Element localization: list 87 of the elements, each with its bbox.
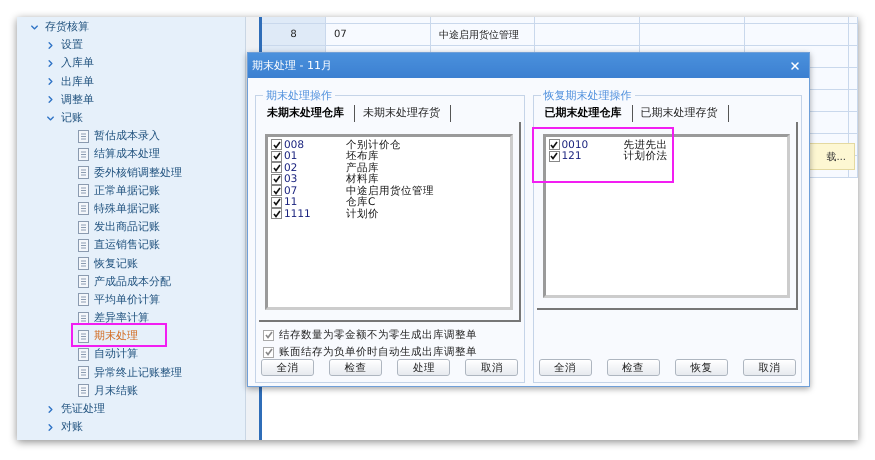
- tab[interactable]: 已期末处理仓库: [536, 105, 632, 122]
- group-title: 期末处理操作: [265, 88, 333, 103]
- option-label: 结存数量为零金额不为零生成出库调整单: [279, 328, 477, 342]
- tree-item[interactable]: 月末结账: [94, 384, 138, 398]
- document-icon: [78, 184, 89, 198]
- checkbox[interactable]: [263, 346, 274, 358]
- item-code: 1111: [284, 208, 312, 220]
- tree-item[interactable]: 委外核销调整处理: [94, 166, 182, 180]
- document-icon: [78, 257, 89, 270]
- tab[interactable]: 已期末处理存货: [632, 105, 728, 122]
- checkbox[interactable]: [271, 174, 282, 185]
- item-name: 材料库: [346, 172, 379, 186]
- document-icon: [78, 220, 89, 234]
- item-code: 02: [284, 162, 298, 174]
- table-cell: 07: [326, 24, 431, 45]
- document-icon: [78, 348, 89, 361]
- dialog-button[interactable]: 检查: [329, 359, 382, 376]
- tree-item[interactable]: 暂估成本录入: [94, 129, 160, 144]
- checkbox[interactable]: [263, 330, 274, 340]
- tree-item[interactable]: 恢复记账: [94, 256, 138, 271]
- document-icon: [78, 384, 89, 398]
- document-icon: [78, 202, 89, 216]
- dialog-button[interactable]: 取消: [742, 359, 796, 376]
- checkbox[interactable]: [271, 185, 282, 196]
- tree-item[interactable]: 产成品成本分配: [94, 274, 171, 289]
- group-title: 恢复期末处理操作: [542, 88, 632, 103]
- tree-item[interactable]: 入库单: [61, 56, 94, 70]
- option-label: 账面结存为负单价时自动生成出库调整单: [279, 345, 477, 359]
- dialog-button[interactable]: 处理: [397, 359, 450, 376]
- item-code: 121: [562, 150, 583, 162]
- document-icon: [78, 293, 89, 306]
- item-name: 坯布库: [346, 150, 379, 162]
- tab[interactable]: 未期末处理存货: [355, 105, 451, 122]
- tree-item[interactable]: 特殊单据记账: [94, 202, 160, 216]
- document-icon: [78, 130, 89, 143]
- dialog-button[interactable]: 检查: [606, 359, 660, 376]
- tree-item[interactable]: 调整单: [61, 92, 94, 107]
- table-cell: 中途启用货位管理: [431, 24, 535, 45]
- document-icon: [78, 148, 89, 161]
- tree-item[interactable]: 记账: [61, 111, 83, 126]
- item-name: 计划价法: [624, 150, 668, 164]
- item-name: 产品库: [346, 160, 379, 174]
- dialog-button[interactable]: 全消: [261, 359, 314, 376]
- document-icon: [78, 275, 89, 288]
- item-code: 11: [284, 196, 298, 208]
- item-name: 计划价: [346, 206, 379, 221]
- tree-item[interactable]: 直运销售记账: [94, 238, 160, 252]
- checkbox[interactable]: [271, 139, 282, 150]
- checkbox[interactable]: [271, 196, 282, 208]
- item-code: 07: [284, 184, 298, 197]
- tab[interactable]: 未期末处理仓库: [259, 105, 355, 122]
- document-icon: [78, 238, 89, 252]
- document-icon: [78, 330, 89, 343]
- dialog-button[interactable]: 取消: [465, 359, 518, 376]
- document-icon: [78, 166, 89, 180]
- tree-item[interactable]: 结算成本处理: [94, 147, 160, 162]
- tree-item[interactable]: 发出商品记账: [94, 220, 160, 234]
- item-name: 个别计价仓: [346, 138, 401, 151]
- tree-item[interactable]: 平均单价计算: [94, 292, 160, 307]
- item-code: 03: [284, 173, 298, 186]
- checkbox[interactable]: [548, 150, 560, 162]
- tree-item[interactable]: 对账: [61, 420, 83, 434]
- dialog-button[interactable]: 全消: [538, 359, 592, 376]
- item-name: 中途启用货位管理: [346, 184, 434, 197]
- checkbox[interactable]: [271, 150, 282, 162]
- tree-item[interactable]: 出库单: [61, 74, 94, 89]
- dialog-button[interactable]: 恢复: [674, 359, 728, 376]
- tree-item[interactable]: 凭证处理: [61, 402, 105, 416]
- table-cell: 8: [262, 24, 326, 45]
- checkbox[interactable]: [271, 162, 282, 174]
- item-code: 008: [284, 138, 306, 151]
- dialog-title: 期末处理 - 11月: [252, 58, 332, 73]
- item-code: 0010: [562, 138, 590, 151]
- item-name: 仓库C: [346, 196, 376, 208]
- document-icon: [78, 366, 89, 380]
- tree-item[interactable]: 差异率计算: [94, 311, 149, 326]
- checkbox[interactable]: [548, 139, 560, 150]
- checkbox[interactable]: [271, 208, 282, 220]
- tree-item[interactable]: 存货核算: [45, 20, 89, 34]
- item-name: 先进先出: [624, 138, 668, 151]
- tree-item[interactable]: 设置: [61, 38, 83, 52]
- document-icon: [78, 312, 89, 325]
- tree-item[interactable]: 正常单据记账: [94, 184, 160, 198]
- tree-item[interactable]: 异常终止记账整理: [94, 366, 182, 380]
- tree-item[interactable]: 自动计算: [94, 347, 138, 362]
- item-code: 01: [284, 150, 298, 162]
- close-icon[interactable]: [789, 60, 801, 72]
